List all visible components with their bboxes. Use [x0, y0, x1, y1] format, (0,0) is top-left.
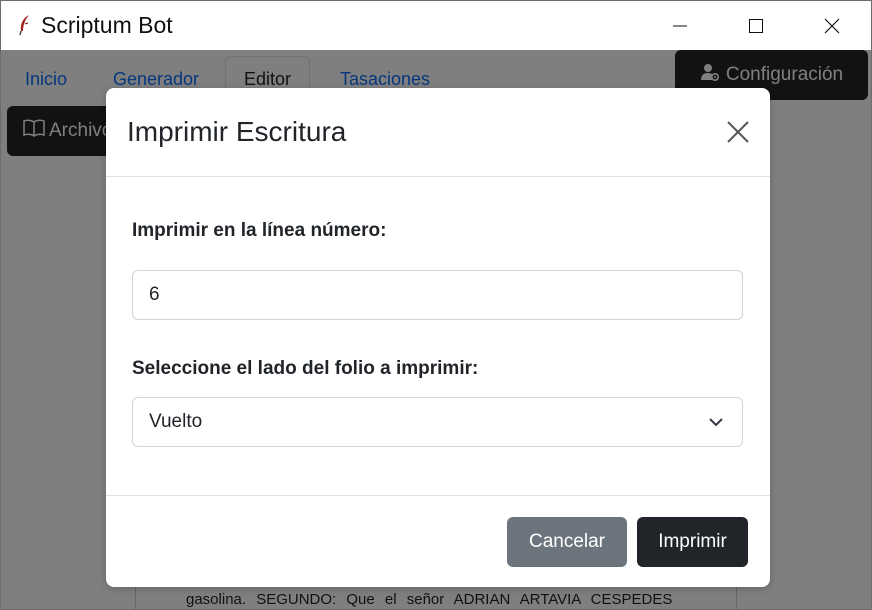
quill-icon [17, 14, 33, 36]
folio-side-value: Vuelto [149, 411, 203, 432]
print-dialog: Imprimir Escritura Imprimir en la línea … [106, 88, 770, 587]
folio-side-label: Seleccione el lado del folio a imprimir: [132, 358, 479, 379]
close-window-button[interactable] [794, 1, 870, 50]
line-number-label: Imprimir en la línea número: [132, 220, 387, 241]
chevron-down-icon [708, 414, 724, 436]
modal-title: Imprimir Escritura [127, 116, 347, 147]
cancel-button[interactable]: Cancelar [507, 517, 627, 567]
print-button[interactable]: Imprimir [637, 517, 748, 567]
app-window: Scriptum Bot Inicio Generador Editor Tas… [0, 0, 872, 610]
maximize-button[interactable] [718, 1, 794, 50]
line-number-value: 6 [149, 284, 160, 305]
window-title: Scriptum Bot [41, 12, 173, 38]
minimize-button[interactable] [642, 1, 718, 50]
title-bar: Scriptum Bot [1, 1, 871, 50]
close-icon[interactable] [722, 116, 754, 148]
modal-header: Imprimir Escritura [106, 88, 770, 177]
line-number-input[interactable]: 6 [132, 270, 743, 320]
modal-footer: Cancelar Imprimir [106, 495, 770, 587]
folio-side-select[interactable]: Vuelto [132, 397, 743, 447]
